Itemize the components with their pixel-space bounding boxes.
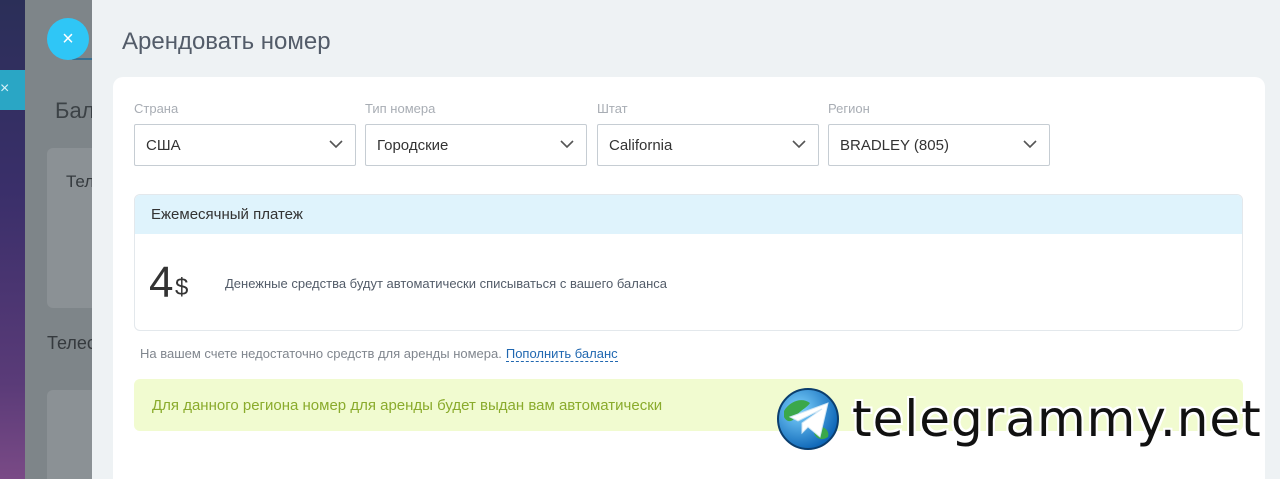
chevron-down-icon <box>1023 140 1037 149</box>
number-type-label: Тип номера <box>365 101 436 116</box>
info-text: Для данного региона номер для аренды буд… <box>152 396 663 414</box>
insufficient-funds-warning: На вашем счете недостаточно средств для … <box>140 346 618 362</box>
state-select[interactable]: California <box>597 124 819 166</box>
background-left-active-item: × <box>0 70 25 110</box>
region-field: Регион BRADLEY (805) <box>828 101 1050 166</box>
monthly-payment-box: Ежемесячный платеж 4 $ Денежные средства… <box>134 194 1243 331</box>
country-label: Страна <box>134 101 179 116</box>
state-field: Штат California <box>597 101 819 166</box>
page-title: Арендовать номер <box>122 28 331 55</box>
background-heading: Бал <box>55 98 92 123</box>
country-value: США <box>146 136 181 154</box>
monthly-payment-header: Ежемесячный платеж <box>135 195 1242 234</box>
number-type-field: Тип номера Городские <box>365 101 587 166</box>
close-slider-button[interactable]: × <box>47 18 89 60</box>
chevron-down-icon <box>792 140 806 149</box>
watermark-text: telegrammy.net <box>852 390 1262 448</box>
chevron-down-icon <box>329 140 343 149</box>
background-card-text: Тел <box>66 172 92 191</box>
payment-amount: 4 <box>149 258 174 307</box>
country-select[interactable]: США <box>134 124 356 166</box>
region-label: Регион <box>828 101 870 116</box>
chevron-down-icon <box>560 140 574 149</box>
state-label: Штат <box>597 101 628 116</box>
region-select[interactable]: BRADLEY (805) <box>828 124 1050 166</box>
background-card-2 <box>47 390 92 479</box>
state-value: California <box>609 136 673 154</box>
monthly-payment-body: 4 $ Денежные средства будут автоматическ… <box>135 234 1242 330</box>
background-page: × Бал Тел Телес <box>0 0 92 479</box>
background-heading-2: Телес <box>47 333 92 353</box>
region-value: BRADLEY (805) <box>840 136 949 154</box>
watermark: telegrammy.net <box>776 386 1262 452</box>
number-type-value: Городские <box>377 136 449 154</box>
country-field: Страна США <box>134 101 356 166</box>
top-up-balance-link[interactable]: Пополнить баланс <box>505 346 618 362</box>
warning-text: На вашем счете недостаточно средств для … <box>140 346 502 361</box>
number-type-select[interactable]: Городские <box>365 124 587 166</box>
background-close-icon: × <box>0 80 10 97</box>
telegram-globe-icon <box>777 388 839 450</box>
payment-note: Денежные средства будут автоматически сп… <box>225 276 667 291</box>
close-icon: × <box>62 27 74 50</box>
payment-currency: $ <box>175 274 189 301</box>
